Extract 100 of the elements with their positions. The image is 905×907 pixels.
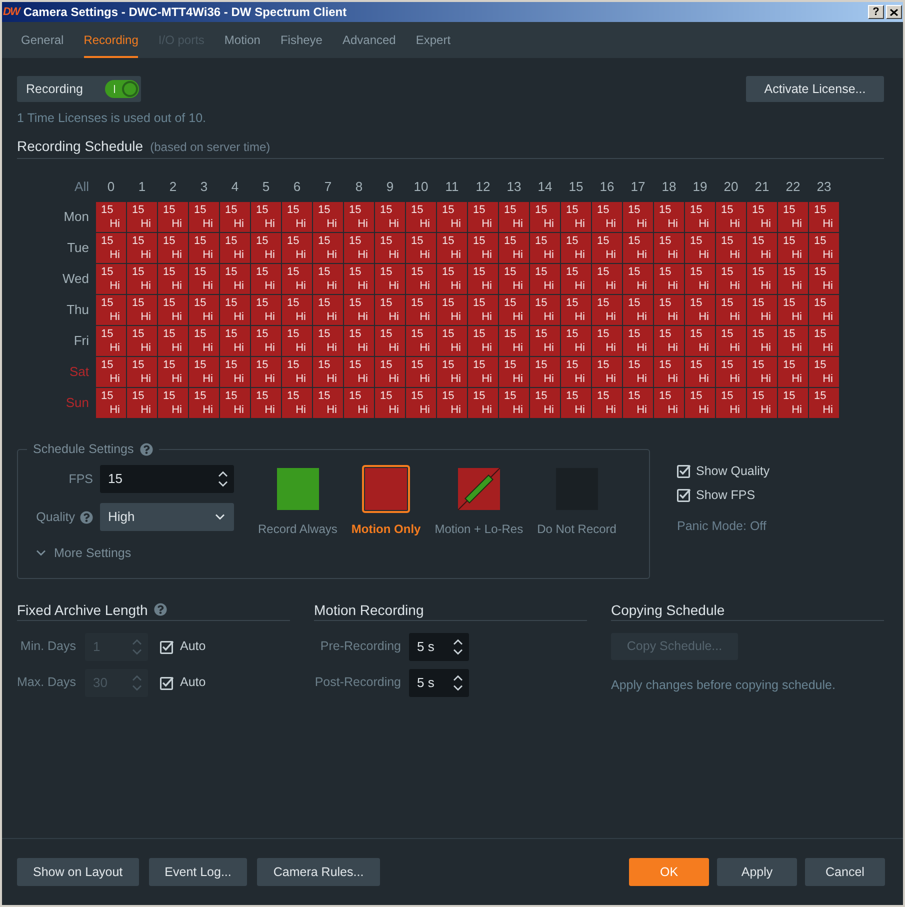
schedule-cell[interactable]: 15 Hi (623, 357, 653, 387)
schedule-cell[interactable]: 15 Hi (809, 295, 839, 325)
schedule-cell[interactable]: 15 Hi (716, 233, 746, 263)
schedule-cell[interactable]: 15 Hi (809, 326, 839, 356)
schedule-cell[interactable]: 15 Hi (220, 202, 250, 232)
schedule-cell[interactable]: 15 Hi (716, 295, 746, 325)
schedule-cell[interactable]: 15 Hi (778, 326, 808, 356)
checkbox-label[interactable]: Show FPS (696, 486, 756, 504)
schedule-cell[interactable]: 15 Hi (251, 357, 281, 387)
schedule-cell[interactable]: 15 Hi (375, 264, 405, 294)
schedule-cell[interactable]: 15 Hi (313, 388, 343, 418)
schedule-cell[interactable]: 15 Hi (437, 326, 467, 356)
tab[interactable]: Expert (416, 22, 451, 58)
schedule-cell[interactable]: 15 Hi (251, 388, 281, 418)
schedule-cell[interactable]: 15 Hi (685, 202, 715, 232)
quality-dropdown[interactable]: High (100, 503, 234, 531)
schedule-cell[interactable]: 15 Hi (561, 388, 591, 418)
schedule-cell[interactable]: 15 Hi (747, 326, 777, 356)
schedule-cell[interactable]: 15 Hi (251, 326, 281, 356)
schedule-cell[interactable]: 15 Hi (623, 326, 653, 356)
schedule-cell[interactable]: 15 Hi (189, 357, 219, 387)
tab[interactable]: General (21, 22, 64, 58)
schedule-cell[interactable]: 15 Hi (592, 295, 622, 325)
schedule-cell[interactable]: 15 Hi (344, 357, 374, 387)
schedule-cell[interactable]: 15 Hi (344, 264, 374, 294)
schedule-cell[interactable]: 15 Hi (654, 264, 684, 294)
hour-label[interactable]: 13 (506, 177, 522, 197)
schedule-cell[interactable]: 15 Hi (747, 233, 777, 263)
schedule-cell[interactable]: 15 Hi (189, 295, 219, 325)
schedule-cell[interactable]: 15 Hi (313, 295, 343, 325)
tab[interactable]: Motion (224, 22, 260, 58)
schedule-cell[interactable]: 15 Hi (282, 264, 312, 294)
schedule-cell[interactable]: 15 Hi (778, 264, 808, 294)
schedule-cell[interactable]: 15 Hi (809, 357, 839, 387)
schedule-cell[interactable]: 15 Hi (499, 264, 529, 294)
schedule-cell[interactable]: 15 Hi (282, 326, 312, 356)
schedule-cell[interactable]: 15 Hi (344, 202, 374, 232)
schedule-cell[interactable]: 15 Hi (592, 264, 622, 294)
schedule-cell[interactable]: 15 Hi (158, 357, 188, 387)
schedule-cell[interactable]: 15 Hi (530, 326, 560, 356)
schedule-cell[interactable]: 15 Hi (406, 202, 436, 232)
footer-button[interactable]: Camera Rules... (257, 858, 380, 886)
schedule-cell[interactable]: 15 Hi (530, 357, 560, 387)
schedule-cell[interactable]: 15 Hi (406, 295, 436, 325)
schedule-cell[interactable]: 15 Hi (406, 326, 436, 356)
hour-label[interactable]: 2 (169, 177, 177, 197)
schedule-cell[interactable]: 15 Hi (313, 233, 343, 263)
schedule-cell[interactable]: 15 Hi (716, 264, 746, 294)
dialog-button[interactable]: Apply (717, 858, 797, 886)
schedule-cell[interactable]: 15 Hi (530, 233, 560, 263)
schedule-cell[interactable]: 15 Hi (561, 233, 591, 263)
schedule-cell[interactable]: 15 Hi (96, 357, 126, 387)
schedule-cell[interactable]: 15 Hi (623, 388, 653, 418)
schedule-cell[interactable]: 15 Hi (375, 388, 405, 418)
schedule-cell[interactable]: 15 Hi (530, 264, 560, 294)
schedule-cell[interactable]: 15 Hi (344, 233, 374, 263)
schedule-cell[interactable]: 15 Hi (406, 357, 436, 387)
schedule-cell[interactable]: 15 Hi (592, 233, 622, 263)
schedule-cell[interactable]: 15 Hi (561, 326, 591, 356)
record-mode-button[interactable]: Do Not Record (537, 465, 616, 537)
schedule-cell[interactable]: 15 Hi (592, 202, 622, 232)
schedule-cell[interactable]: 15 Hi (127, 326, 157, 356)
schedule-cell[interactable]: 15 Hi (778, 295, 808, 325)
schedule-cell[interactable]: 15 Hi (623, 295, 653, 325)
day-label[interactable]: Fri (74, 333, 89, 349)
schedule-cell[interactable]: 15 Hi (344, 295, 374, 325)
schedule-cell[interactable]: 15 Hi (437, 233, 467, 263)
schedule-cell[interactable]: 15 Hi (158, 388, 188, 418)
hour-label[interactable]: 5 (262, 177, 270, 197)
schedule-cell[interactable]: 15 Hi (716, 388, 746, 418)
hour-label[interactable]: 10 (414, 177, 428, 197)
schedule-cell[interactable]: 15 Hi (499, 388, 529, 418)
schedule-cell[interactable]: 15 Hi (468, 264, 498, 294)
schedule-cell[interactable]: 15 Hi (96, 202, 126, 232)
schedule-cell[interactable]: 15 Hi (654, 295, 684, 325)
hour-label[interactable]: 4 (231, 177, 239, 197)
hour-label[interactable]: 17 (630, 177, 646, 197)
day-label[interactable]: Wed (62, 271, 89, 287)
schedule-cell[interactable]: 15 Hi (592, 326, 622, 356)
schedule-cell[interactable]: 15 Hi (220, 264, 250, 294)
schedule-cell[interactable]: 15 Hi (747, 202, 777, 232)
schedule-cell[interactable]: 15 Hi (96, 295, 126, 325)
schedule-cell[interactable]: 15 Hi (623, 202, 653, 232)
schedule-cell[interactable]: 15 Hi (437, 264, 467, 294)
schedule-cell[interactable]: 15 Hi (251, 264, 281, 294)
schedule-cell[interactable]: 15 Hi (282, 202, 312, 232)
schedule-cell[interactable]: 15 Hi (654, 357, 684, 387)
schedule-cell[interactable]: 15 Hi (344, 388, 374, 418)
activate-license-button[interactable]: Activate License... (746, 76, 884, 102)
schedule-cell[interactable]: 15 Hi (220, 388, 250, 418)
schedule-cell[interactable]: 15 Hi (406, 264, 436, 294)
schedule-cell[interactable]: 15 Hi (623, 264, 653, 294)
schedule-cell[interactable]: 15 Hi (530, 295, 560, 325)
schedule-cell[interactable]: 15 Hi (654, 388, 684, 418)
schedule-cell[interactable]: 15 Hi (809, 233, 839, 263)
schedule-cell[interactable]: 15 Hi (468, 295, 498, 325)
schedule-cell[interactable]: 15 Hi (96, 264, 126, 294)
schedule-cell[interactable]: 15 Hi (375, 326, 405, 356)
schedule-cell[interactable]: 15 Hi (375, 357, 405, 387)
hour-label[interactable]: 15 (568, 177, 584, 197)
